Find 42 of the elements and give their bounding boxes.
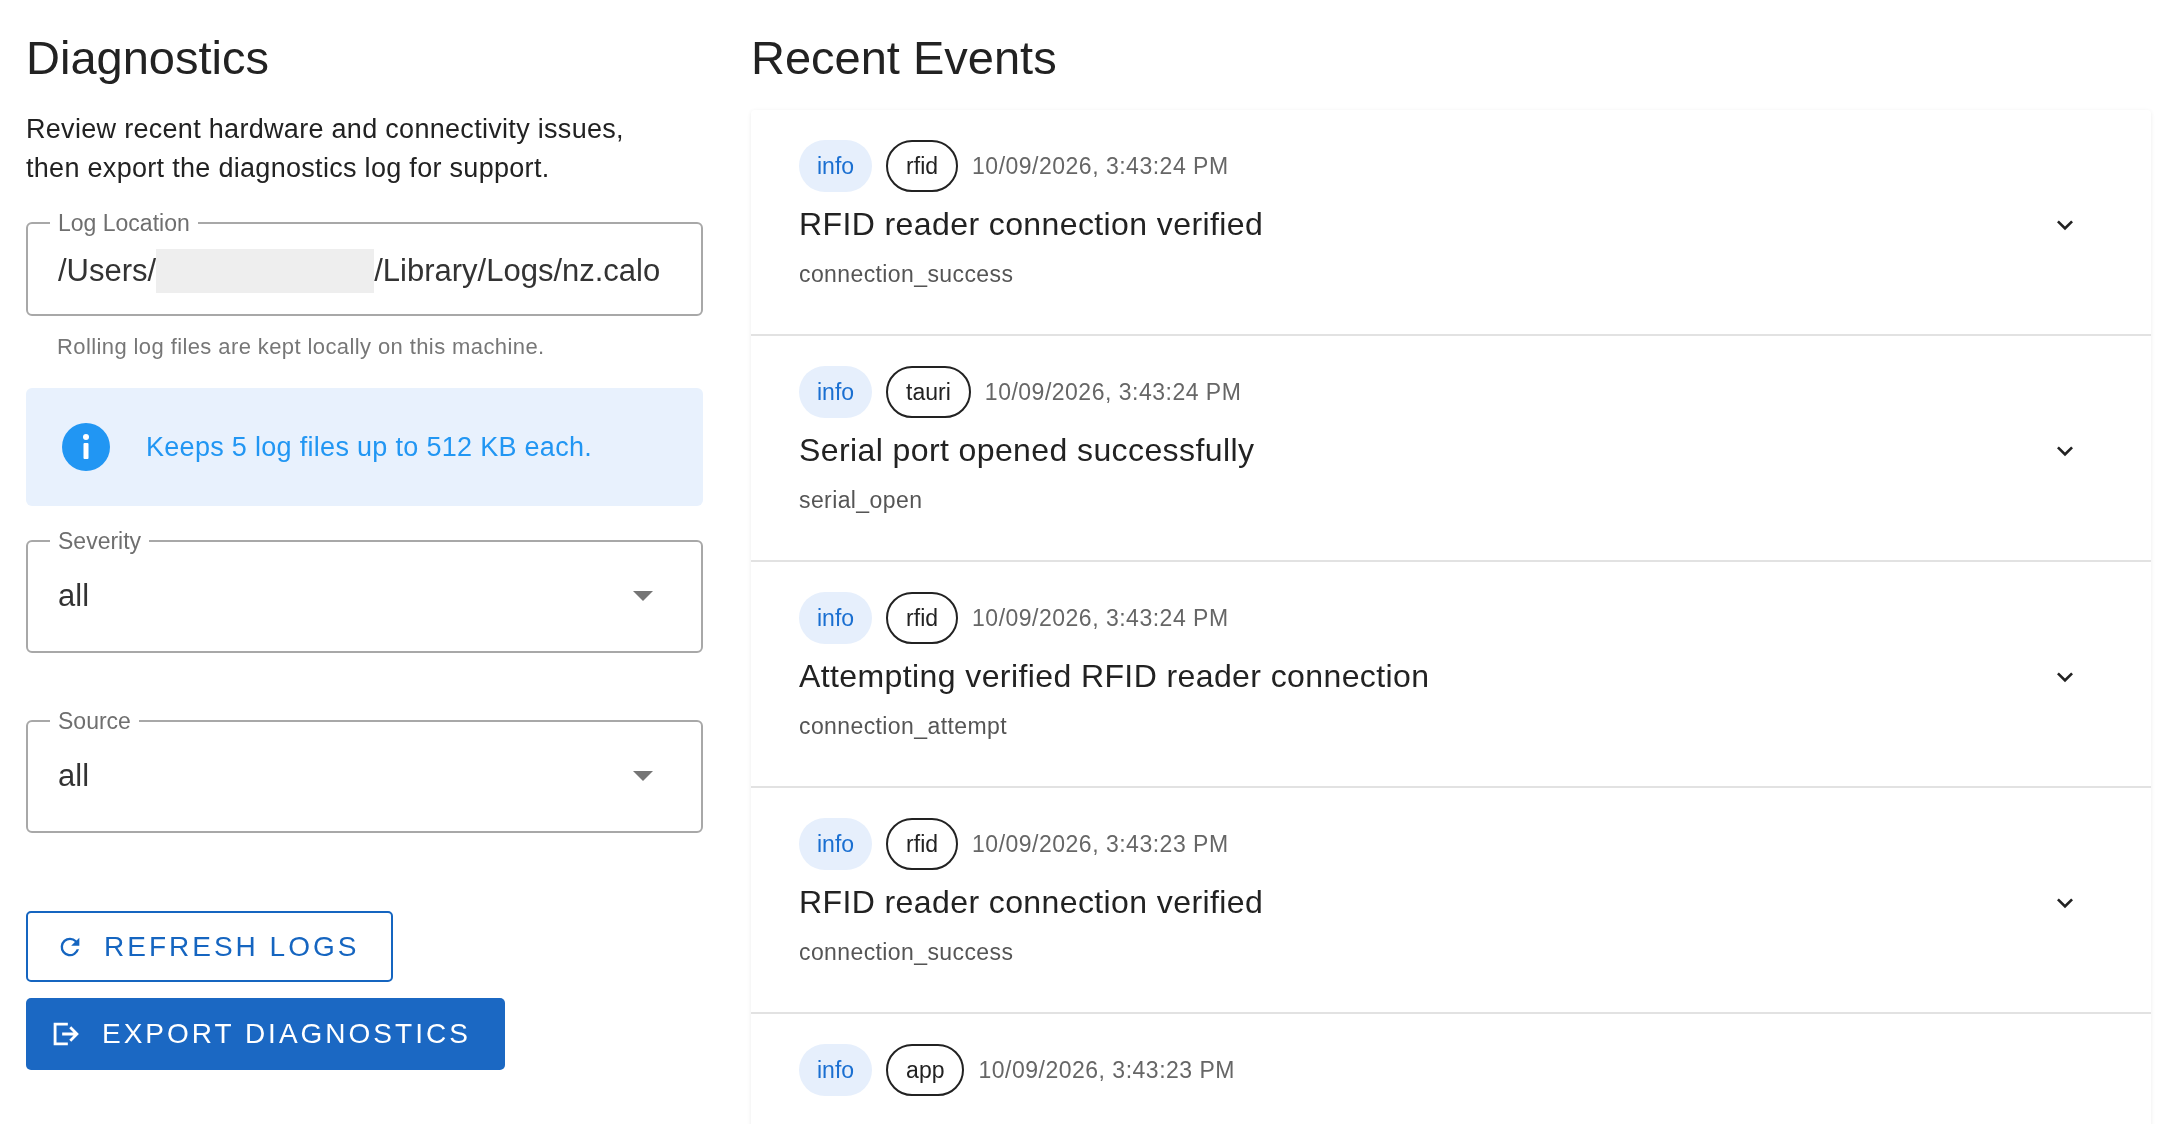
source-chip: app — [886, 1044, 965, 1096]
event-message: Attempting verified RFID reader connection — [799, 658, 1430, 695]
event-time: 10/09/2026, 3:43:24 PM — [972, 152, 1229, 180]
description-text: Review recent hardware and connectivity issues, then export the diagnostics log for support. — [26, 113, 625, 185]
severity-chip: info — [799, 592, 873, 644]
alert-text: Keeps 5 log files up to 512 KB each. — [146, 431, 593, 463]
log-location-field[interactable]: Log Location /Users/ /Library/Logs/nz.calo — [26, 210, 703, 316]
refresh-button[interactable]: REFRESH LOGS — [26, 911, 394, 982]
info-icon — [62, 423, 110, 471]
source-chip: rfid — [886, 818, 959, 870]
select-value: all — [58, 577, 89, 614]
event-time: 10/09/2026, 3:43:23 PM — [972, 830, 1229, 858]
export-button[interactable]: EXPORT DIAGNOSTICS — [26, 998, 505, 1070]
page-title: Diagnostics — [26, 30, 270, 86]
event-code: connection_success — [799, 261, 1015, 288]
event-message: Serial port opened successfully — [799, 432, 1255, 469]
dropdown-caret-icon — [633, 770, 653, 781]
select-value: all — [58, 757, 89, 794]
event-time: 10/09/2026, 3:43:24 PM — [984, 378, 1242, 406]
path-text: /Users/ — [58, 253, 157, 289]
select-field[interactable]: Severity all — [26, 528, 703, 653]
source-chip: rfid — [886, 140, 959, 192]
event-code: connection_success — [799, 939, 1015, 966]
source-chip: rfid — [886, 592, 959, 644]
field-label: Severity — [57, 528, 143, 554]
severity-chip: info — [799, 818, 873, 870]
helper-text: Rolling log files are kept locally on this machine. — [57, 334, 546, 360]
event-message: RFID reader connection verified — [799, 206, 1264, 243]
event-code: serial_open — [799, 487, 924, 514]
event-code: connection_attempt — [799, 713, 1008, 740]
event-time: 10/09/2026, 3:43:23 PM — [978, 1056, 1235, 1084]
severity-chip: info — [799, 366, 873, 418]
field-label: Source — [57, 708, 132, 734]
severity-chip: info — [799, 1044, 873, 1096]
severity-chip: info — [799, 140, 873, 192]
event-message: RFID reader connection verified — [799, 884, 1264, 921]
dropdown-caret-icon — [633, 590, 653, 601]
source-chip: tauri — [886, 366, 971, 418]
section-title: Recent Events — [751, 30, 1058, 86]
field-label: Log Location — [57, 210, 191, 236]
path-text: /Library/Logs/nz.calo — [374, 253, 661, 289]
event-time: 10/09/2026, 3:43:24 PM — [972, 604, 1229, 632]
